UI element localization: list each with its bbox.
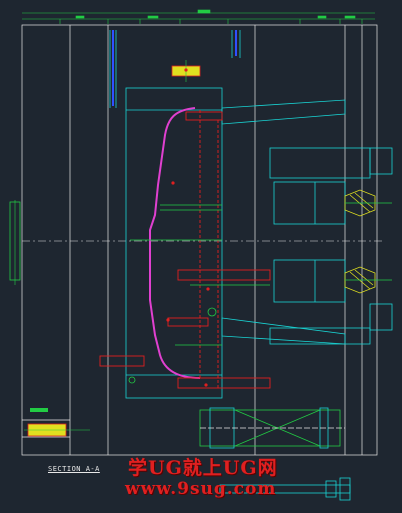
guide-blocks (269, 147, 393, 345)
part-profile (149, 107, 201, 379)
watermark-url: www.9sug.com (125, 479, 277, 499)
hatched-screws (344, 189, 376, 294)
top-dimension-chain (22, 9, 375, 24)
detail-callout (24, 408, 90, 437)
watermark-title: 学UG就上UG网 (128, 457, 278, 479)
screw-shanks (345, 202, 392, 281)
section-label: SECTION A-A (48, 465, 100, 473)
core-insert-block (109, 30, 346, 399)
slider-components (99, 110, 271, 390)
left-plate-detail (9, 200, 21, 285)
bottom-cylinder (199, 407, 345, 449)
cad-drawing (9, 9, 393, 501)
